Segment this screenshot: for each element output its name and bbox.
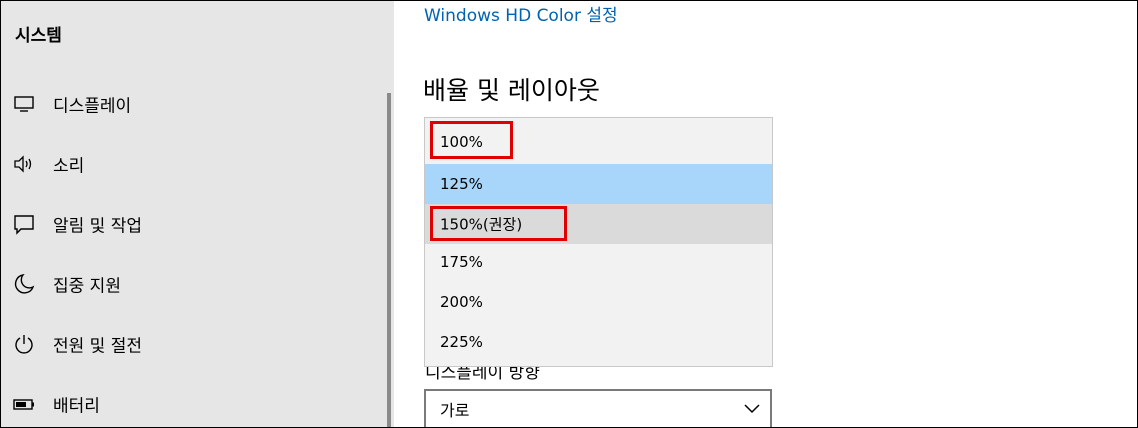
scale-option-label: 225% [440, 333, 483, 351]
scale-option-label: 125% [440, 175, 483, 193]
scale-option[interactable]: 175% [425, 242, 772, 282]
sidebar-item-label: 알림 및 작업 [53, 216, 143, 237]
sidebar-item-label: 배터리 [53, 396, 100, 417]
sidebar-item-label: 소리 [53, 156, 85, 177]
sidebar-item-display[interactable]: 디스플레이 [1, 74, 387, 134]
scale-option[interactable]: 200% [425, 282, 772, 322]
annotation-highlight-100 [430, 121, 513, 159]
scale-option-label: 200% [440, 293, 483, 311]
sidebar: 시스템 디스플레이 소리 알림 및 작업 집중 지원 전원 및 절전 배터리 [1, 1, 394, 427]
sidebar-item-notifications[interactable]: 알림 및 작업 [1, 194, 387, 254]
sidebar-item-focus-assist[interactable]: 집중 지원 [1, 254, 387, 314]
sidebar-item-label: 집중 지원 [53, 276, 121, 297]
scale-option-selected[interactable]: 125% [425, 164, 772, 204]
monitor-icon [14, 96, 34, 112]
orientation-dropdown[interactable]: 가로 [424, 389, 772, 427]
power-icon [15, 335, 33, 354]
scale-option[interactable]: 225% [425, 322, 772, 362]
sidebar-item-label: 디스플레이 [53, 96, 132, 117]
moon-icon [14, 273, 35, 294]
sidebar-item-sound[interactable]: 소리 [1, 134, 387, 194]
chevron-down-icon [744, 404, 760, 414]
orientation-value: 가로 [440, 401, 470, 420]
hd-color-settings-link[interactable]: Windows HD Color 설정 [424, 1, 618, 26]
notification-icon [14, 215, 34, 235]
sidebar-item-battery[interactable]: 배터리 [1, 374, 387, 427]
annotation-highlight-150 [430, 206, 567, 241]
speaker-icon [14, 155, 32, 173]
battery-icon [13, 399, 34, 410]
sidebar-item-label: 전원 및 절전 [53, 336, 143, 357]
section-heading: 배율 및 레이아웃 [423, 76, 600, 105]
sidebar-item-power[interactable]: 전원 및 절전 [1, 314, 387, 374]
window: 시스템 디스플레이 소리 알림 및 작업 집중 지원 전원 및 절전 배터리 W… [0, 0, 1138, 428]
sidebar-scrollbar[interactable] [387, 93, 391, 427]
sidebar-title: 시스템 [15, 26, 62, 46]
scale-option-label: 175% [440, 253, 483, 271]
